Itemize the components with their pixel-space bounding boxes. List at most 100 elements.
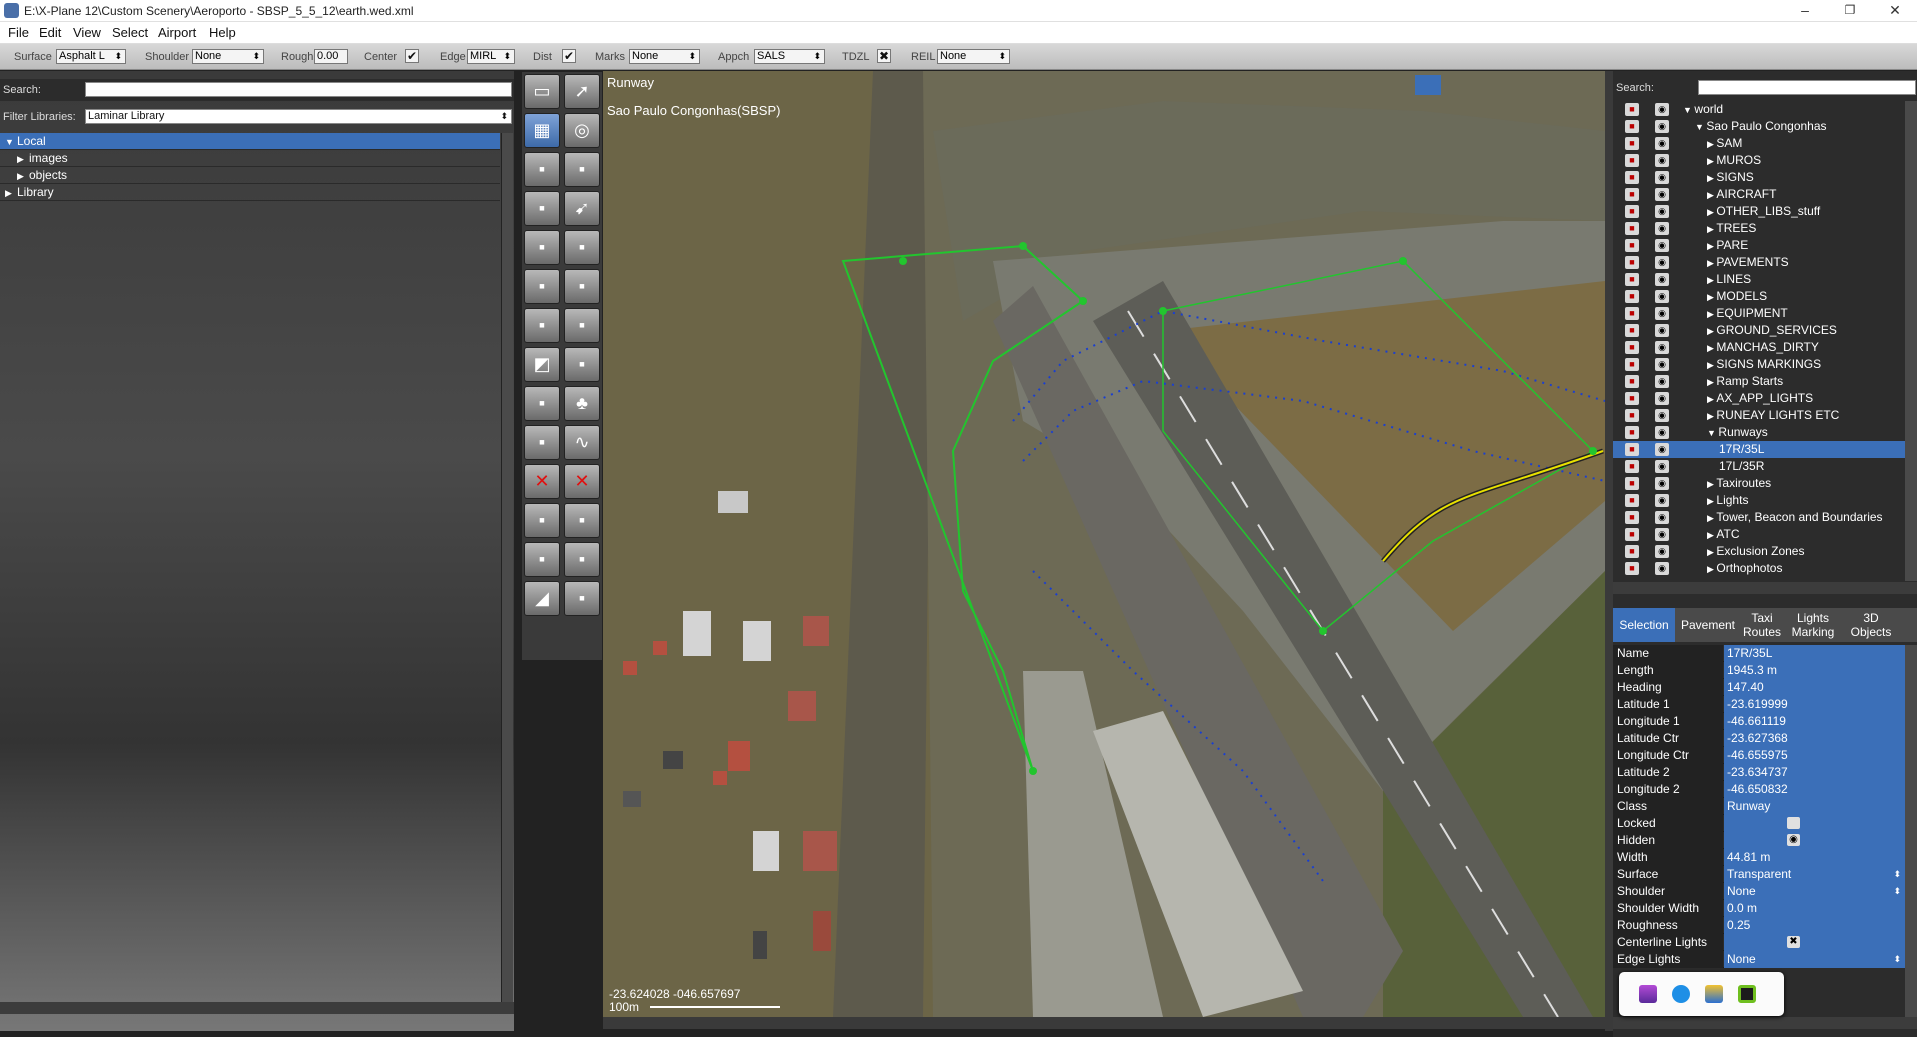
eye-icon[interactable]: ◉	[1655, 290, 1669, 303]
hierarchy-item[interactable]: ■ ◉ ▶ Orthophotos	[1613, 560, 1905, 577]
lock-icon[interactable]: ■	[1625, 358, 1639, 371]
disclosure-collapsed-icon[interactable]: ▶	[1707, 479, 1716, 489]
disclosure-collapsed-icon[interactable]: ▶	[1707, 224, 1716, 234]
draped-polygon-tool[interactable]: ▪	[524, 425, 560, 460]
hierarchy-item[interactable]: ■ ◉ ▶ Exclusion Zones	[1613, 543, 1905, 560]
eye-icon[interactable]: ◉	[1655, 137, 1669, 150]
library-tree-item[interactable]: ▶ images	[0, 150, 500, 167]
hierarchy-item[interactable]: ■ ◉ ▼ Sao Paulo Congonhas	[1613, 118, 1905, 135]
autogen-tool[interactable]: ▪	[564, 581, 600, 616]
eye-icon[interactable]: ◉	[1787, 834, 1800, 846]
disclosure-collapsed-icon[interactable]: ▶	[1707, 564, 1716, 574]
property-value[interactable]: 17R/35L	[1724, 645, 1905, 662]
property-value[interactable]: -46.650832	[1724, 781, 1905, 798]
disclosure-collapsed-icon[interactable]: ▶	[1707, 173, 1716, 183]
disclosure-expanded-icon[interactable]: ▼	[1683, 105, 1694, 115]
library-tree-item[interactable]: ▶ Library	[0, 184, 500, 201]
filter-libraries-select[interactable]: Laminar Library ⬍	[85, 109, 512, 124]
vertex-point[interactable]	[1399, 257, 1407, 265]
lock-icon[interactable]: ■	[1625, 426, 1639, 439]
lock-icon[interactable]: ■	[1625, 460, 1639, 473]
property-value[interactable]: None ⬍	[1724, 951, 1905, 968]
disclosure-collapsed-icon[interactable]: ▶	[1707, 547, 1716, 557]
vertex-point[interactable]	[1019, 242, 1027, 250]
light-fixture-tool[interactable]: ▪	[524, 230, 560, 265]
property-value[interactable]: 0.25	[1724, 917, 1905, 934]
property-value[interactable]: -46.655975	[1724, 747, 1905, 764]
eye-icon[interactable]: ◉	[1655, 103, 1669, 116]
eye-icon[interactable]: ◉	[1655, 477, 1669, 490]
property-value[interactable]: None ⬍	[1724, 883, 1905, 900]
obj-string-tool[interactable]: ▪	[564, 542, 600, 577]
menu-view[interactable]: View	[73, 25, 101, 40]
sealane-tool[interactable]: ▪	[524, 152, 560, 187]
runway-tool[interactable]: ▦	[524, 113, 560, 148]
property-value[interactable]: 0.0 m	[1724, 900, 1905, 917]
eye-icon[interactable]: ◉	[1655, 443, 1669, 456]
lock-icon[interactable]: ■	[1625, 562, 1639, 575]
tab-taxi-routes[interactable]: Taxi Routes	[1741, 608, 1783, 642]
disclosure-collapsed-icon[interactable]: ▶	[1707, 394, 1716, 404]
windsock-tool[interactable]: ➹	[564, 191, 600, 226]
menu-help[interactable]: Help	[209, 25, 236, 40]
eye-icon[interactable]: ◉	[1655, 341, 1669, 354]
hierarchy-item[interactable]: ■ ◉ ▶ SAM	[1613, 135, 1905, 152]
center-lights-checkbox[interactable]: ✔	[405, 49, 419, 63]
hierarchy-item[interactable]: ■ ◉ ▶ AX_APP_LIGHTS	[1613, 390, 1905, 407]
library-tree-item[interactable]: ▶ objects	[0, 167, 500, 184]
hierarchy-item[interactable]: ■ ◉ ▶ MUROS	[1613, 152, 1905, 169]
lock-icon[interactable]: ■	[1625, 154, 1639, 167]
vertex-point[interactable]	[1319, 627, 1327, 635]
lock-icon[interactable]: ■	[1625, 307, 1639, 320]
eye-icon[interactable]: ◉	[1655, 307, 1669, 320]
disclosure-collapsed-icon[interactable]: ▶	[1707, 377, 1716, 387]
bluetooth-icon[interactable]	[1672, 985, 1690, 1003]
disclosure-collapsed-icon[interactable]: ▶	[1707, 292, 1716, 302]
map-view[interactable]	[603, 71, 1605, 1017]
nvidia-icon[interactable]	[1738, 985, 1756, 1003]
minimize-button[interactable]: –	[1783, 0, 1827, 22]
select-tool[interactable]: ➚	[564, 74, 600, 109]
disclosure-collapsed-icon[interactable]: ▶	[1707, 360, 1716, 370]
eye-icon[interactable]: ◉	[1655, 154, 1669, 167]
vertex-point[interactable]	[1589, 447, 1597, 455]
pen-app-icon[interactable]	[1639, 985, 1657, 1003]
eye-icon[interactable]: ◉	[1655, 426, 1669, 439]
menu-airport[interactable]: Airport	[158, 25, 196, 40]
eye-icon[interactable]: ◉	[1655, 171, 1669, 184]
lock-icon[interactable]: ■	[1625, 171, 1639, 184]
surface-select[interactable]: Asphalt L ⬍	[56, 49, 126, 64]
facade-tool[interactable]: ▪	[564, 347, 600, 382]
property-value[interactable]	[1724, 815, 1905, 832]
disclosure-expanded-icon[interactable]: ▼	[5, 134, 17, 151]
disclosure-collapsed-icon[interactable]: ▶	[1707, 530, 1716, 540]
disclosure-expanded-icon[interactable]: ▼	[1695, 122, 1706, 132]
hierarchy-item[interactable]: ■ ◉ ▼ world	[1613, 101, 1905, 118]
lock-icon[interactable]: ■	[1625, 324, 1639, 337]
eye-icon[interactable]: ◉	[1655, 545, 1669, 558]
maximize-button[interactable]: ❐	[1828, 0, 1872, 22]
property-value[interactable]: ✖	[1724, 934, 1905, 951]
eye-icon[interactable]: ◉	[1655, 324, 1669, 337]
disclosure-collapsed-icon[interactable]: ▶	[17, 151, 29, 168]
hierarchy-item[interactable]: ■ ◉ ▶ AIRCRAFT	[1613, 186, 1905, 203]
property-value[interactable]: -46.661119	[1724, 713, 1905, 730]
disclosure-collapsed-icon[interactable]: ▶	[1707, 258, 1716, 268]
hierarchy-item[interactable]: ■ ◉ ▶ SIGNS MARKINGS	[1613, 356, 1905, 373]
disclosure-collapsed-icon[interactable]: ▶	[1707, 241, 1716, 251]
disclosure-collapsed-icon[interactable]: ▶	[1707, 513, 1716, 523]
eye-icon[interactable]: ◉	[1655, 256, 1669, 269]
hierarchy-item[interactable]: ■ ◉ ▶ LINES	[1613, 271, 1905, 288]
menu-file[interactable]: File	[8, 25, 29, 40]
line-marking-tool[interactable]: ▪	[564, 503, 600, 538]
hierarchy-item[interactable]: ■ ◉ 17R/35L	[1613, 441, 1905, 458]
tab-3d-objects[interactable]: 3D Objects	[1843, 608, 1899, 642]
eye-icon[interactable]: ◉	[1655, 528, 1669, 541]
lock-icon[interactable]: ■	[1625, 545, 1639, 558]
hierarchy-item[interactable]: ■ ◉ ▶ PARE	[1613, 237, 1905, 254]
eye-icon[interactable]: ◉	[1655, 205, 1669, 218]
disclosure-collapsed-icon[interactable]: ▶	[1707, 275, 1716, 285]
hierarchy-item[interactable]: ■ ◉ ▶ OTHER_LIBS_stuff	[1613, 203, 1905, 220]
lock-icon[interactable]: ■	[1625, 137, 1639, 150]
lock-icon[interactable]: ■	[1625, 273, 1639, 286]
